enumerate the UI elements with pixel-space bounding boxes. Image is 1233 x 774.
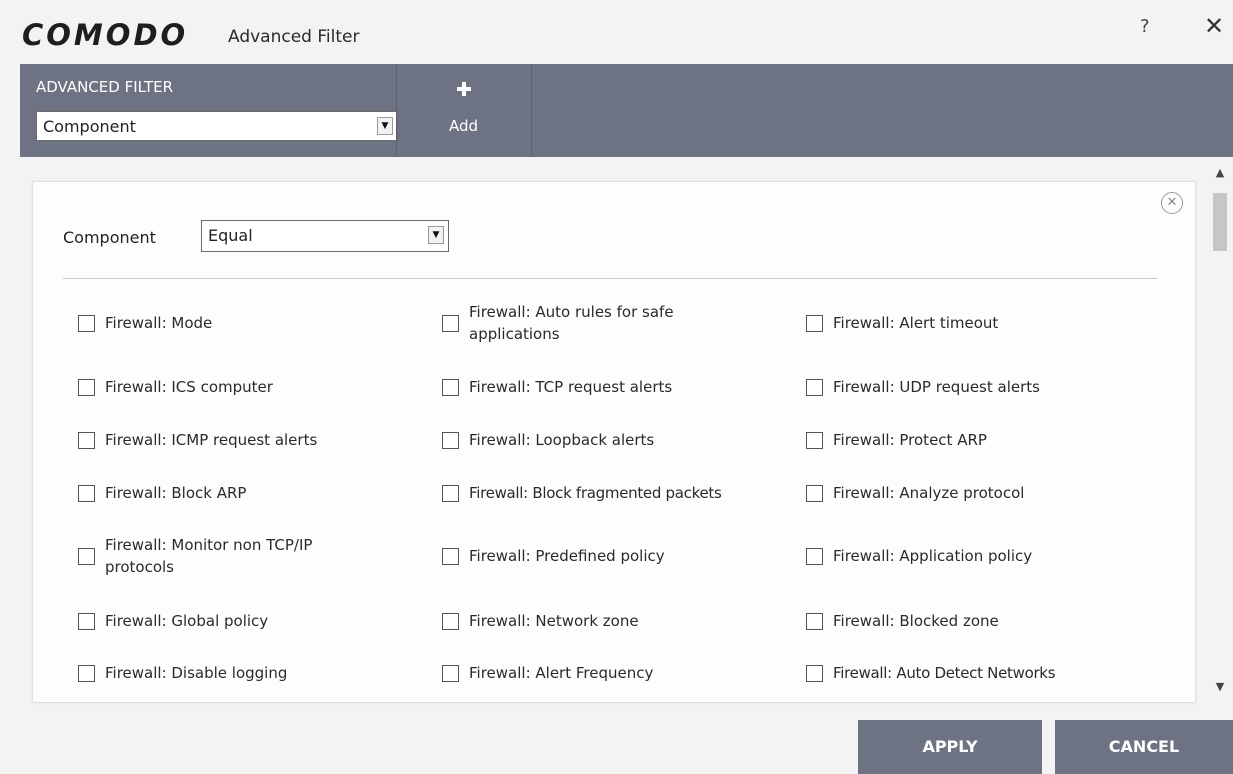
comodo-logo: COMODO [22,18,189,52]
apply-button[interactable]: APPLY [858,720,1042,774]
triangle-down-icon: ▼ [428,226,444,244]
checkbox[interactable] [806,484,823,502]
option-label: Firewall: Analyze protocol [833,484,1025,502]
advanced-filter-heading: ADVANCED FILTER [36,78,174,96]
checkbox[interactable] [442,612,459,630]
option-label: Firewall: Monitor non TCP/IP protocols [105,536,313,576]
option-label: Firewall: Mode [105,314,213,332]
option-checkbox-item[interactable]: Firewall: Analyze protocol [806,482,1173,504]
option-label: Firewall: Network zone [469,612,639,630]
add-filter-label: Add [448,117,479,135]
checkbox[interactable] [806,612,823,630]
option-label: Firewall: UDP request alerts [833,378,1040,396]
option-label: Firewall: Global policy [105,612,269,630]
checkbox[interactable] [78,612,95,630]
option-checkbox-item[interactable]: Firewall: Disable logging [78,662,405,684]
option-checkbox-item[interactable]: Firewall: UDP request alerts [806,376,1173,398]
operator-value: Equal [208,226,253,245]
option-label: Firewall: Alert timeout [833,314,999,332]
option-label: Firewall: Block ARP [105,484,247,502]
checkbox[interactable] [442,664,459,682]
checkbox[interactable] [78,664,95,682]
option-checkbox-item[interactable]: Firewall: Global policy [78,610,405,632]
divider [63,278,1157,279]
triangle-down-icon: ▼ [377,117,393,135]
checkbox[interactable] [806,431,823,449]
component-label: Component [63,228,156,247]
content-area: ✕ Component Equal ▼ Firewall: Mode Firew… [20,157,1233,703]
option-checkbox-item[interactable]: Firewall: Alert timeout [806,312,1173,334]
checkbox[interactable] [806,547,823,565]
option-label: Firewall: Auto Detect Networks [833,664,1056,682]
checkbox[interactable] [806,664,823,682]
option-label: Firewall: Blocked zone [833,612,999,630]
option-checkbox-item[interactable]: Firewall: Monitor non TCP/IP protocols [78,534,375,578]
option-label: Firewall: Alert Frequency [469,664,654,682]
checkbox[interactable] [78,547,95,565]
option-checkbox-item[interactable]: Firewall: Auto rules for safe applicatio… [442,301,709,345]
option-checkbox-item[interactable]: Firewall: ICMP request alerts [78,429,405,451]
title-bar: COMODO Advanced Filter ? ✕ [0,0,1233,64]
option-label: Firewall: TCP request alerts [469,378,673,396]
option-label: Firewall: Predefined policy [469,547,665,565]
checkbox[interactable] [78,314,95,332]
option-label: Firewall: Disable logging [105,664,288,682]
checkbox[interactable] [442,314,459,332]
option-checkbox-item[interactable]: Firewall: Predefined policy [442,545,799,567]
checkbox[interactable] [806,378,823,396]
checkbox[interactable] [78,378,95,396]
window-title: Advanced Filter [228,27,360,47]
filter-condition-panel: ✕ Component Equal ▼ Firewall: Mode Firew… [32,181,1196,703]
option-checkbox-item[interactable]: Firewall: Block ARP [78,482,405,504]
option-label: Firewall: Loopback alerts [469,431,655,449]
toolbar-divider [531,64,532,157]
toolbar: ADVANCED FILTER Component ▼ Add [20,64,1233,157]
checkbox[interactable] [78,431,95,449]
option-checkbox-item[interactable]: Firewall: Protect ARP [806,429,1173,451]
checkbox[interactable] [442,547,459,565]
cancel-button[interactable]: CANCEL [1055,720,1233,774]
option-label: Firewall: ICS computer [105,378,273,396]
checkbox[interactable] [442,431,459,449]
checkbox[interactable] [442,378,459,396]
filter-type-select[interactable]: Component ▼ [36,111,398,141]
operator-select[interactable]: Equal ▼ [201,220,449,252]
option-checkbox-item[interactable]: Firewall: Mode [78,312,405,334]
option-checkbox-item[interactable]: Firewall: ICS computer [78,376,405,398]
checkbox[interactable] [806,314,823,332]
filter-type-value: Component [43,117,136,136]
option-label: Firewall: Auto rules for safe applicatio… [469,303,674,343]
scrollbar-thumb[interactable] [1213,193,1227,251]
option-checkbox-item[interactable]: Firewall: Network zone [442,610,799,632]
remove-condition-icon[interactable]: ✕ [1161,192,1183,214]
option-label: Firewall: ICMP request alerts [105,431,318,449]
option-checkbox-item[interactable]: Firewall: TCP request alerts [442,376,799,398]
chevron-down-icon[interactable]: ▼ [1209,677,1231,697]
chevron-up-icon[interactable]: ▲ [1209,163,1231,183]
help-button[interactable]: ? [1140,16,1150,37]
option-checkbox-item[interactable]: Firewall: Loopback alerts [442,429,799,451]
option-label: Firewall: Application policy [833,547,1033,565]
option-label: Firewall: Block fragmented packets [469,484,722,502]
checkbox[interactable] [78,484,95,502]
option-label: Firewall: Protect ARP [833,431,987,449]
vertical-scrollbar[interactable]: ▲ ▼ [1209,163,1231,697]
option-checkbox-item[interactable]: Firewall: Application policy [806,545,1173,567]
checkbox[interactable] [442,484,459,502]
option-checkbox-item[interactable]: Firewall: Auto Detect Networks [806,662,1183,684]
add-filter-button[interactable]: Add [396,64,531,157]
option-checkbox-item[interactable]: Firewall: Alert Frequency [442,662,799,684]
plus-icon [457,82,471,96]
close-button[interactable]: ✕ [1204,12,1224,40]
option-checkbox-item[interactable]: Firewall: Blocked zone [806,610,1173,632]
option-checkbox-item[interactable]: Firewall: Block fragmented packets [442,482,804,504]
